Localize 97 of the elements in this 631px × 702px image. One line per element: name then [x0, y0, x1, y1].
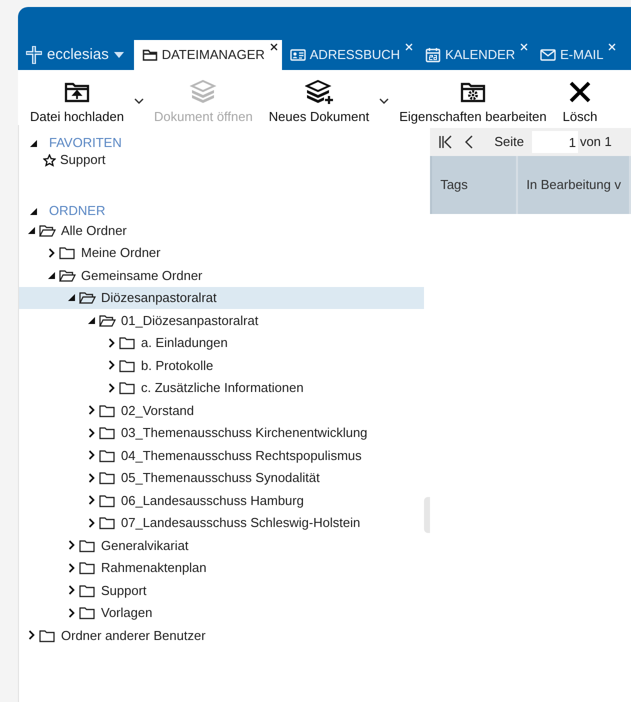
folder-icon [79, 605, 96, 620]
tree-item[interactable]: Ordner anderer Benutzer [19, 624, 424, 646]
folder-icon [119, 358, 136, 373]
tree-item[interactable]: a. Einladungen [19, 332, 424, 354]
close-icon [520, 43, 528, 51]
expand-chevron-icon [68, 585, 75, 596]
tree-item[interactable]: 05_Themenausschuss Synodalität [19, 466, 424, 489]
chevron-left-icon [464, 135, 474, 149]
folder-icon [99, 492, 116, 508]
column-header[interactable]: In Bearbeitung v [518, 156, 631, 214]
toolbar-button[interactable]: Neues Dokument [264, 78, 396, 125]
column-header[interactable]: Tags [432, 156, 518, 214]
tab[interactable]: ADRESSBUCH [282, 40, 418, 70]
expand-chevron-icon [28, 630, 35, 640]
expand-chevron-icon [88, 450, 95, 460]
folder-icon [79, 560, 96, 576]
cross-logo-icon [26, 46, 42, 64]
folder-icon [79, 538, 96, 553]
page-label: Seite [494, 133, 524, 152]
layers-plus-icon [304, 78, 333, 106]
folder-icon [99, 515, 116, 530]
folder-icon [99, 448, 116, 463]
caret-down-icon [114, 52, 124, 58]
expand-chevron-icon [108, 338, 115, 348]
expand-chevron-icon [68, 562, 75, 573]
tree-item[interactable]: Diözesanpastoralrat [19, 286, 424, 309]
tree-item[interactable]: Gemeinsame Ordner [19, 264, 424, 286]
open-folder-icon [59, 268, 76, 283]
calendar-icon [425, 47, 442, 63]
expand-chevron-icon [88, 495, 95, 506]
page-field[interactable]: 1 [532, 131, 578, 153]
folder-icon [119, 380, 136, 396]
expand-chevron-icon [68, 608, 75, 618]
folder-icon [99, 425, 116, 440]
collapse-triangle-icon [68, 294, 75, 302]
tab[interactable]: DATEIMANAGER [134, 40, 282, 70]
tree-item[interactable]: c. Zusätzliche Informationen [19, 376, 424, 399]
close-icon [405, 43, 414, 51]
collapse-triangle-icon [88, 316, 95, 324]
envelope-icon [540, 47, 556, 63]
tree-item[interactable]: 04_Themenausschuss Rechtspopulismus [19, 444, 424, 466]
expand-chevron-icon [88, 405, 95, 416]
chevron-down-icon [134, 98, 144, 104]
tree-item[interactable]: Generalvikariat [19, 534, 424, 556]
close-icon [608, 43, 616, 51]
tree-item[interactable]: Vorlagen [19, 602, 424, 624]
expand-chevron-icon [88, 472, 95, 483]
open-folder-icon [99, 312, 116, 328]
layers-icon [189, 78, 218, 106]
open-folder-icon [79, 290, 96, 306]
expand-chevron-icon [68, 540, 75, 550]
favorite-item[interactable]: Support [19, 151, 424, 169]
page-count: von 1 [580, 133, 612, 152]
section-header[interactable]: FAVORITEN [19, 135, 424, 151]
contact-card-icon [290, 47, 306, 63]
tree-item[interactable]: Meine Ordner [19, 242, 424, 264]
previous-page-button[interactable] [464, 135, 474, 149]
folder-icon [39, 628, 56, 643]
open-folder-icon [39, 222, 56, 238]
toolbar-button: Dokument öffnen [150, 78, 257, 125]
folder-icon [99, 470, 116, 486]
expand-chevron-icon [88, 518, 95, 528]
tree-item[interactable]: 02_Vorstand [19, 399, 424, 422]
tab[interactable]: E-MAIL [532, 40, 620, 70]
first-page-icon [438, 135, 452, 149]
brand-label[interactable]: ecclesias [47, 44, 109, 66]
tree-item[interactable]: 01_Diözesanpastoralrat [19, 309, 424, 332]
collapse-triangle-icon [48, 272, 55, 279]
tree-item[interactable]: Rahmenaktenplan [19, 556, 424, 579]
first-page-button[interactable] [438, 135, 452, 149]
splitter-handle[interactable] [424, 497, 430, 533]
tree-item[interactable]: b. Protokolle [19, 354, 424, 376]
toolbar-button[interactable]: Lösch [558, 78, 602, 125]
collapse-triangle-icon [28, 226, 35, 234]
folder-icon [119, 335, 136, 350]
collapse-triangle-icon [30, 208, 37, 214]
tree-item[interactable]: Support [19, 579, 424, 602]
toolbar-button[interactable]: Eigenschaften bearbeiten [395, 78, 551, 125]
folder-icon [142, 47, 158, 63]
section-header[interactable]: ORDNER [19, 203, 424, 219]
tab[interactable]: KALENDER [417, 40, 532, 70]
folder-icon [99, 402, 116, 418]
tree-item[interactable]: 07_Landesausschuss Schleswig-Holstein [19, 512, 424, 534]
expand-chevron-icon [88, 428, 95, 438]
expand-chevron-icon [108, 360, 115, 370]
expand-chevron-icon [48, 248, 55, 258]
tree-item[interactable]: 06_Landesausschuss Hamburg [19, 489, 424, 512]
close-icon [270, 43, 278, 51]
collapse-triangle-icon [30, 140, 37, 146]
tree-item[interactable]: 03_Themenausschuss Kirchenentwicklung [19, 422, 424, 444]
toolbar-button[interactable]: Datei hochladen [26, 78, 150, 125]
chevron-down-icon [379, 98, 390, 104]
folder-icon [59, 245, 76, 260]
folder-icon [79, 582, 96, 598]
tree-item[interactable]: Alle Ordner [19, 219, 424, 242]
expand-chevron-icon [108, 382, 115, 393]
star-icon [43, 154, 56, 166]
